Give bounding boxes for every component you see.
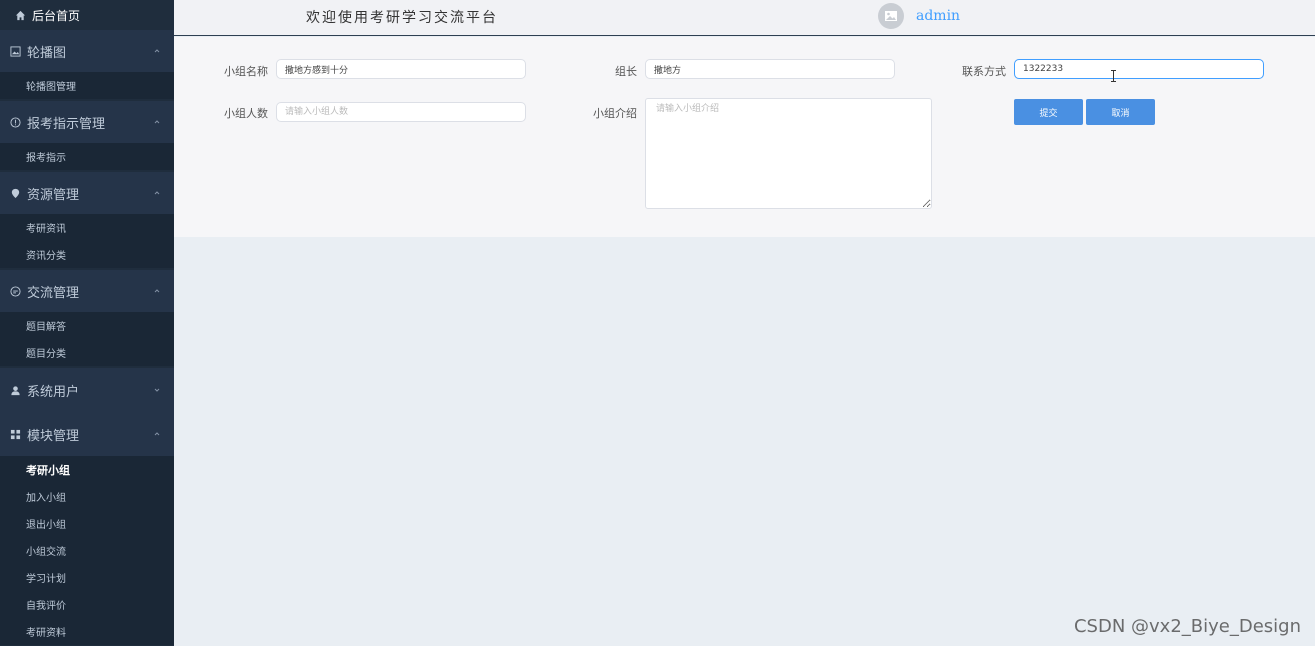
sidebar-item-label: 自我评价 <box>26 601 66 612</box>
location-pin-icon <box>11 188 20 198</box>
chevron-up-icon <box>154 191 160 195</box>
sidebar-item-label: 资讯分类 <box>26 251 66 262</box>
sidebar-item-label: 轮播图管理 <box>26 82 76 93</box>
sidebar-item-label: 加入小组 <box>26 493 66 504</box>
sidebar-item-question-category[interactable]: 题目分类 <box>0 339 174 366</box>
sidebar-group-carousel[interactable]: 轮播图 <box>0 30 174 72</box>
sidebar-item-label: 考研资料 <box>26 628 66 639</box>
sidebar-group-label: 模块管理 <box>27 428 80 444</box>
group-name-input[interactable] <box>276 59 526 79</box>
chevron-down-icon <box>154 388 160 392</box>
image-icon <box>10 45 21 57</box>
sidebar-item-label: 考研小组 <box>26 463 70 477</box>
form-panel: 小组名称 组长 联系方式 小组人数 小组介绍 提交 取消 <box>174 37 1315 237</box>
sidebar-item-study-group[interactable]: 考研小组 <box>0 456 174 483</box>
top-header: 欢迎使用考研学习交流平台 admin <box>174 0 1315 36</box>
sidebar-group-label: 报考指示管理 <box>27 116 106 132</box>
sidebar-group-exam-guide[interactable]: 报考指示管理 <box>0 101 174 143</box>
sidebar-group-label: 系统用户 <box>27 384 80 400</box>
user-icon <box>11 385 20 395</box>
contact-label: 联系方式 <box>962 65 1006 78</box>
sidebar-item-self-evaluation[interactable]: 自我评价 <box>0 591 174 618</box>
leader-label: 组长 <box>615 65 637 78</box>
sidebar-item-label: 学习计划 <box>26 574 66 585</box>
username[interactable]: admin <box>916 8 960 24</box>
sidebar-item-leave-group[interactable]: 退出小组 <box>0 510 174 537</box>
sidebar-item-question-answers[interactable]: 题目解答 <box>0 312 174 339</box>
chat-icon <box>10 285 21 297</box>
intro-label: 小组介绍 <box>593 107 637 120</box>
contact-input[interactable] <box>1014 59 1264 79</box>
sidebar-home[interactable]: 后台首页 <box>0 0 174 30</box>
sidebar-item-label: 题目分类 <box>26 349 66 360</box>
chevron-up-icon <box>154 120 160 124</box>
chevron-up-icon <box>154 432 160 436</box>
home-icon <box>15 10 26 20</box>
chevron-up-icon <box>154 289 160 293</box>
sidebar-item-study-plan[interactable]: 学习计划 <box>0 564 174 591</box>
sidebar-group-resources[interactable]: 资源管理 <box>0 172 174 214</box>
sidebar-item-news[interactable]: 考研资讯 <box>0 214 174 241</box>
submit-button[interactable]: 提交 <box>1014 99 1083 125</box>
image-placeholder-icon <box>885 11 897 21</box>
sidebar-item-join-group[interactable]: 加入小组 <box>0 483 174 510</box>
sidebar-group-communication[interactable]: 交流管理 <box>0 270 174 312</box>
leader-input[interactable] <box>645 59 895 79</box>
sidebar-item-exam-guide[interactable]: 报考指示 <box>0 143 174 170</box>
sidebar-item-group-communication[interactable]: 小组交流 <box>0 537 174 564</box>
sidebar-item-label: 退出小组 <box>26 520 66 531</box>
sidebar-item-news-category[interactable]: 资讯分类 <box>0 241 174 268</box>
sidebar-group-label: 轮播图 <box>27 45 67 61</box>
grid-icon <box>10 429 21 439</box>
avatar[interactable] <box>878 3 904 29</box>
sidebar-group-modules[interactable]: 模块管理 <box>0 412 174 456</box>
sidebar: 后台首页 轮播图 轮播图管理 报考指示管理 报考指示 资源管理 考研资讯 资讯分… <box>0 0 174 646</box>
sidebar-group-system-users[interactable]: 系统用户 <box>0 368 174 412</box>
member-count-label: 小组人数 <box>224 107 268 120</box>
text-cursor-icon <box>1111 70 1116 82</box>
chevron-up-icon <box>154 49 160 53</box>
sidebar-home-label: 后台首页 <box>32 8 81 23</box>
sidebar-item-label: 题目解答 <box>26 322 66 333</box>
sidebar-item-exam-materials[interactable]: 考研资料 <box>0 618 174 645</box>
sidebar-item-carousel-manage[interactable]: 轮播图管理 <box>0 72 174 99</box>
sidebar-item-label: 报考指示 <box>26 153 66 164</box>
info-icon <box>10 116 21 128</box>
sidebar-group-label: 资源管理 <box>27 187 80 203</box>
member-count-input[interactable] <box>276 102 526 122</box>
page-title: 欢迎使用考研学习交流平台 <box>306 10 498 26</box>
intro-textarea[interactable] <box>645 98 932 209</box>
sidebar-item-label: 考研资讯 <box>26 224 66 235</box>
group-name-label: 小组名称 <box>224 65 268 78</box>
sidebar-item-label: 小组交流 <box>26 547 66 558</box>
cancel-button[interactable]: 取消 <box>1086 99 1155 125</box>
watermark: CSDN @vx2_Biye_Design <box>1073 616 1301 637</box>
sidebar-group-label: 交流管理 <box>27 285 80 301</box>
